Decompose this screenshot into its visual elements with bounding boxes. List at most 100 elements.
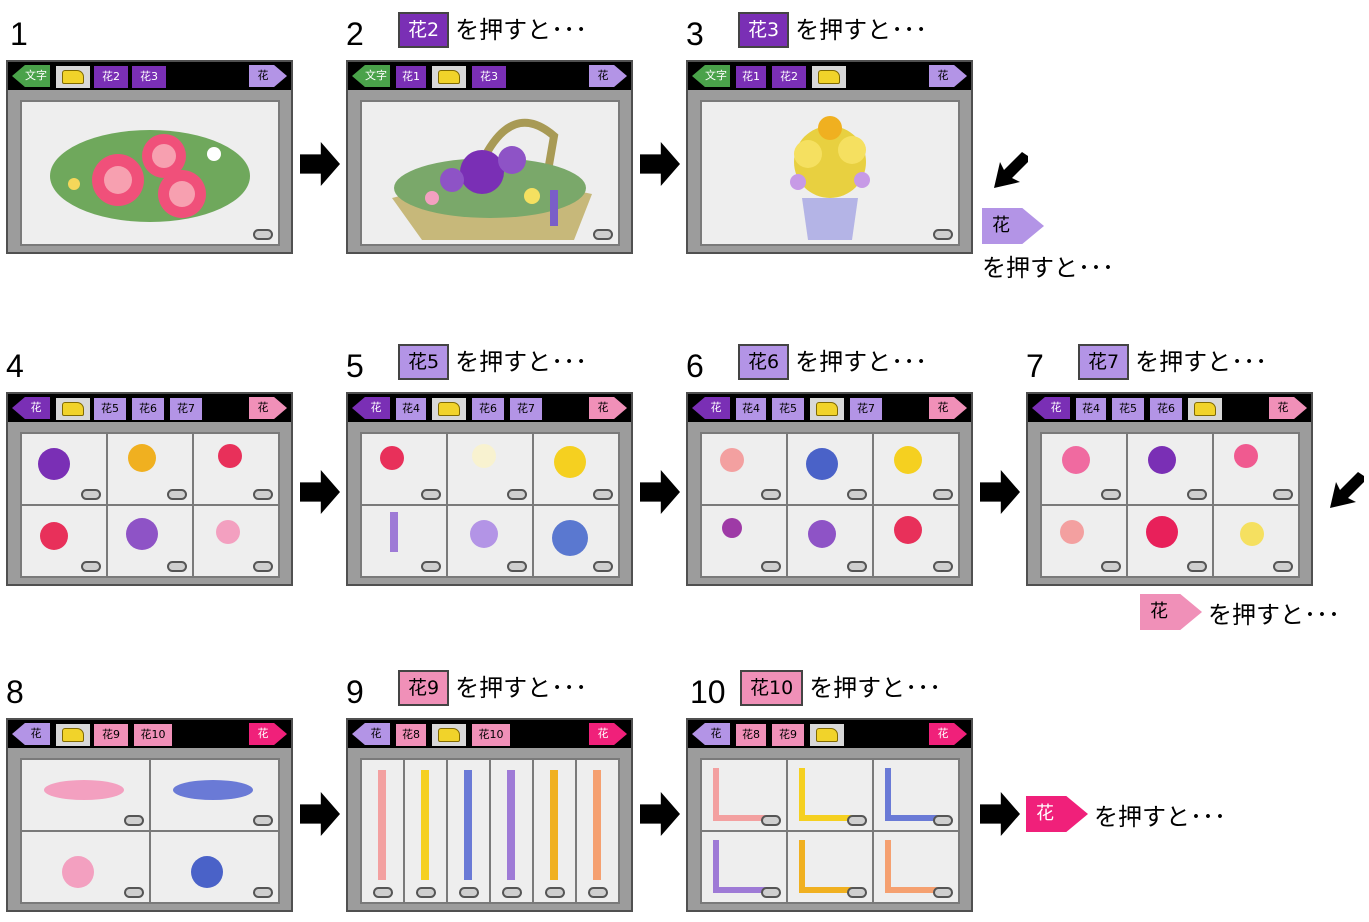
preview-button[interactable] [253,229,273,240]
prev-category-button[interactable]: 花 [352,723,390,745]
design-thumbnail[interactable] [702,832,786,902]
tab-flower-2[interactable]: 花2 [94,66,128,88]
prev-category-button[interactable]: 文字 [692,65,730,87]
prev-category-button[interactable]: 花 [692,723,730,745]
preview-button[interactable] [847,561,867,572]
prev-category-button[interactable]: 文字 [12,65,50,87]
next-category-button[interactable]: 花 [249,397,287,419]
design-thumbnail[interactable] [151,760,278,830]
tab-flower-1[interactable]: 花1 [736,66,766,88]
tab-current-folder[interactable] [56,398,90,420]
tab-flower-8[interactable]: 花8 [396,724,426,746]
preview-button[interactable] [593,489,613,500]
tab-current-folder[interactable] [56,66,90,88]
design-thumbnail[interactable] [22,832,149,902]
preview-button[interactable] [933,489,953,500]
tab-current-folder[interactable] [1188,398,1222,420]
design-thumbnail[interactable] [1214,434,1298,504]
preview-button[interactable] [124,887,144,898]
tab-flower-5[interactable]: 花5 [1112,398,1144,420]
preview-button[interactable] [588,887,608,898]
tab-flower-10[interactable]: 花10 [134,724,172,746]
design-thumbnail[interactable] [362,760,403,902]
next-category-button[interactable]: 花 [929,65,967,87]
preview-button[interactable] [81,561,101,572]
design-thumbnail[interactable] [702,506,786,576]
design-thumbnail[interactable] [108,506,192,576]
preview-button[interactable] [167,489,187,500]
tab-current-folder[interactable] [810,724,844,746]
tab-current-folder[interactable] [810,398,844,420]
preview-button[interactable] [253,815,273,826]
tab-flower-7[interactable]: 花7 [850,398,882,420]
design-thumbnail[interactable] [534,760,575,902]
design-thumbnail[interactable] [874,434,958,504]
tab-flower-9[interactable]: 花9 [772,724,804,746]
design-thumbnail[interactable] [577,760,618,902]
tab-flower-6[interactable]: 花6 [1150,398,1182,420]
prev-category-button[interactable]: 花 [12,723,50,745]
design-thumbnail[interactable] [448,760,489,902]
preview-button[interactable] [416,887,436,898]
design-thumbnail[interactable] [874,506,958,576]
preview-button[interactable] [373,887,393,898]
preview-button[interactable] [593,561,613,572]
design-thumbnail[interactable] [702,760,786,830]
design-thumbnail[interactable] [108,434,192,504]
prev-category-button[interactable]: 花 [352,397,390,419]
preview-button[interactable] [1187,561,1207,572]
design-thumbnail[interactable] [788,506,872,576]
design-thumbnail[interactable] [362,434,446,504]
preview-button[interactable] [1101,561,1121,572]
tab-flower-3[interactable]: 花3 [132,66,166,88]
preview-button[interactable] [1187,489,1207,500]
preview-button[interactable] [253,489,273,500]
preview-button[interactable] [933,887,953,898]
next-category-button[interactable]: 花 [589,65,627,87]
preview-button[interactable] [1273,489,1293,500]
preview-button[interactable] [507,489,527,500]
preview-button[interactable] [421,561,441,572]
prev-category-button[interactable]: 花 [692,397,730,419]
tab-flower-3[interactable]: 花3 [472,66,506,88]
preview-button[interactable] [421,489,441,500]
preview-button[interactable] [507,561,527,572]
design-thumbnail[interactable] [362,506,446,576]
design-thumbnail[interactable] [151,832,278,902]
tab-flower-4[interactable]: 花4 [736,398,766,420]
design-thumbnail[interactable] [1214,506,1298,576]
design-preview[interactable] [20,100,280,246]
tab-current-folder[interactable] [432,398,466,420]
design-thumbnail[interactable] [534,506,618,576]
design-thumbnail[interactable] [22,506,106,576]
design-thumbnail[interactable] [1128,506,1212,576]
tab-flower-5[interactable]: 花5 [94,398,126,420]
preview-button[interactable] [593,229,613,240]
design-thumbnail[interactable] [788,760,872,830]
design-thumbnail[interactable] [1128,434,1212,504]
preview-button[interactable] [933,815,953,826]
preview-button[interactable] [502,887,522,898]
design-thumbnail[interactable] [1042,506,1126,576]
next-category-button[interactable]: 花 [249,723,287,745]
next-category-button[interactable]: 花 [249,65,287,87]
tab-flower-8[interactable]: 花8 [736,724,766,746]
preview-button[interactable] [1101,489,1121,500]
design-thumbnail[interactable] [194,434,278,504]
next-category-button[interactable]: 花 [1269,397,1307,419]
tab-flower-10[interactable]: 花10 [472,724,510,746]
design-thumbnail[interactable] [491,760,532,902]
preview-button[interactable] [761,815,781,826]
next-category-button[interactable]: 花 [929,723,967,745]
next-category-button[interactable]: 花 [589,723,627,745]
design-thumbnail[interactable] [194,506,278,576]
next-category-button[interactable]: 花 [589,397,627,419]
preview-button[interactable] [459,887,479,898]
tab-current-folder[interactable] [812,66,846,88]
tab-current-folder[interactable] [432,66,466,88]
design-preview[interactable] [700,100,960,246]
preview-button[interactable] [847,815,867,826]
preview-button[interactable] [81,489,101,500]
prev-category-button[interactable]: 文字 [352,65,390,87]
tab-flower-4[interactable]: 花4 [396,398,426,420]
